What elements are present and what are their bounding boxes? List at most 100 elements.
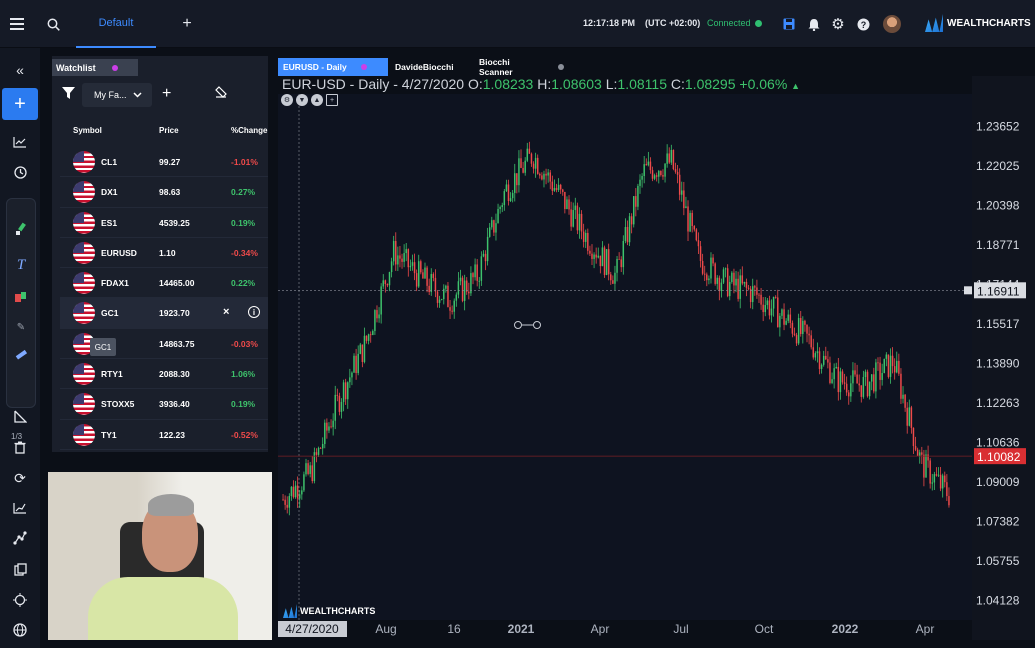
crosshair-add-icon[interactable] xyxy=(964,286,972,295)
menu-icon[interactable] xyxy=(7,14,27,34)
tag-icon[interactable]: ✎ xyxy=(11,317,31,337)
row-symbol: ES1 xyxy=(101,217,118,228)
table-row[interactable]: CL1 99.27 -1.01% xyxy=(60,147,268,178)
column-price[interactable]: Price xyxy=(159,126,179,135)
chart-legend: EUR-USD - Daily - 4/27/2020 O:1.08233 H:… xyxy=(282,76,800,92)
legend-high-label: H: xyxy=(537,76,552,92)
table-row[interactable]: EURUSD 1.10 -0.34% xyxy=(60,238,268,269)
candle-body xyxy=(495,223,497,233)
column-change[interactable]: %Change xyxy=(231,126,267,135)
candle-body xyxy=(822,355,825,365)
tab-default[interactable]: Default xyxy=(76,0,156,48)
candle-body xyxy=(334,394,336,421)
candle-body xyxy=(800,318,802,334)
chart-collapse-icon[interactable]: ▼ xyxy=(296,94,308,106)
row-change: -0.03% xyxy=(231,338,258,349)
row-price: 2088.30 xyxy=(159,369,190,380)
watchlist-toolbar: My Fa... + xyxy=(52,82,268,108)
candle-body xyxy=(793,333,796,335)
chart-add-icon[interactable]: + xyxy=(326,94,338,106)
candle-body xyxy=(816,351,819,354)
save-icon[interactable] xyxy=(779,14,799,34)
layers-icon[interactable] xyxy=(10,559,30,579)
candle-body xyxy=(683,190,685,209)
candle-body xyxy=(735,278,737,286)
help-icon[interactable]: ? xyxy=(853,14,873,34)
row-price: 1.10 xyxy=(159,247,176,258)
chart-tab-scanner[interactable]: Biocchi Scanner xyxy=(474,57,564,77)
pattern-icon[interactable] xyxy=(11,287,31,307)
analysis-icon[interactable] xyxy=(10,498,30,518)
candle-body xyxy=(808,333,810,336)
gear-icon[interactable]: ⚙ xyxy=(828,14,848,34)
watchlist-tab[interactable]: Watchlist xyxy=(52,59,138,76)
add-symbol-icon[interactable]: + xyxy=(162,85,171,103)
info-icon[interactable]: i xyxy=(248,306,260,319)
collapse-icon[interactable]: « xyxy=(10,60,30,80)
candle-body xyxy=(474,264,476,278)
x-tick-label: 2021 xyxy=(508,622,535,636)
remove-row-icon[interactable]: × xyxy=(223,306,229,318)
wealthcharts-watermark-icon xyxy=(283,604,297,618)
candle-body xyxy=(841,371,844,383)
chart-watermark: WEALTHCHARTS xyxy=(283,604,375,618)
plot-area xyxy=(278,94,972,620)
line-chart-icon[interactable] xyxy=(10,132,30,152)
x-tick-label: 2022 xyxy=(832,622,859,636)
globe-icon[interactable] xyxy=(10,620,30,640)
table-row[interactable]: FDAX1 14465.00 0.22% xyxy=(60,268,268,299)
candle-body xyxy=(307,463,309,474)
row-change: 0.22% xyxy=(231,278,256,289)
ruler-icon[interactable] xyxy=(11,345,31,365)
table-row-selected[interactable]: GC1 1923.70 × i xyxy=(60,298,268,329)
add-drawing-button[interactable]: + xyxy=(2,88,38,120)
trash-icon[interactable] xyxy=(10,437,30,457)
legend-close-label: C: xyxy=(670,76,685,92)
watchlist-panel: Watchlist My Fa... + Symbol Price %Chang… xyxy=(52,56,268,452)
add-tab-icon[interactable]: + xyxy=(177,14,197,34)
bell-icon[interactable] xyxy=(804,14,824,34)
candle-body xyxy=(666,153,668,164)
candle-body xyxy=(284,499,286,505)
candle-body xyxy=(417,261,420,287)
candle-body xyxy=(628,216,631,243)
candle-body xyxy=(305,463,307,475)
refresh-icon[interactable]: ⟳ xyxy=(10,468,30,488)
candle-body xyxy=(484,253,487,262)
brand-logo: WEALTHCHARTS xyxy=(925,14,1031,32)
left-toolbar: « + T ✎ 1/3 ⟳ xyxy=(0,48,40,648)
clock-icon[interactable] xyxy=(10,162,30,182)
chart-tab-davidebiocchi[interactable]: DavideBiocchi xyxy=(390,58,470,76)
chart-expand-icon[interactable]: ▲ xyxy=(311,94,323,106)
node-icon[interactable] xyxy=(10,528,30,548)
price-chart[interactable]: 1.236521.220251.203981.187711.171441.155… xyxy=(278,76,1035,640)
watchlist-select[interactable]: My Fa... xyxy=(82,83,152,107)
crosshair-icon[interactable] xyxy=(10,590,30,610)
brand-name: WEALTHCHARTS xyxy=(947,17,1031,29)
candle-body xyxy=(751,286,754,303)
search-icon[interactable] xyxy=(43,14,63,34)
triangle-tool-icon[interactable] xyxy=(10,406,30,426)
table-row[interactable]: DX1 98.63 0.27% xyxy=(60,177,268,208)
filter-icon[interactable] xyxy=(62,87,76,101)
chart-tab-eurusd[interactable]: EURUSD - Daily xyxy=(278,58,388,76)
eraser-icon[interactable] xyxy=(214,86,227,101)
candle-body xyxy=(814,353,817,358)
text-icon[interactable]: T xyxy=(11,255,31,275)
brush-icon[interactable] xyxy=(11,219,31,239)
candle-body xyxy=(760,294,762,305)
table-row[interactable]: STOXX5 3936.40 0.19% xyxy=(60,389,268,420)
row-price: 122.23 xyxy=(159,429,185,440)
candle-body xyxy=(747,287,750,289)
table-row[interactable]: TY1 122.23 -0.52% xyxy=(60,420,268,450)
table-row[interactable]: ES1 4539.25 0.19% xyxy=(60,208,268,238)
table-row[interactable]: RTY1 2088.30 1.06% xyxy=(60,359,268,390)
column-symbol[interactable]: Symbol xyxy=(73,126,102,135)
row-symbol: STOXX5 xyxy=(101,399,135,410)
candle-body xyxy=(399,255,401,259)
candle-body xyxy=(695,229,698,241)
avatar[interactable] xyxy=(883,15,901,33)
candle-body xyxy=(438,299,441,303)
candle-body xyxy=(605,249,608,275)
chart-settings-icon[interactable]: ⚙ xyxy=(281,94,293,106)
